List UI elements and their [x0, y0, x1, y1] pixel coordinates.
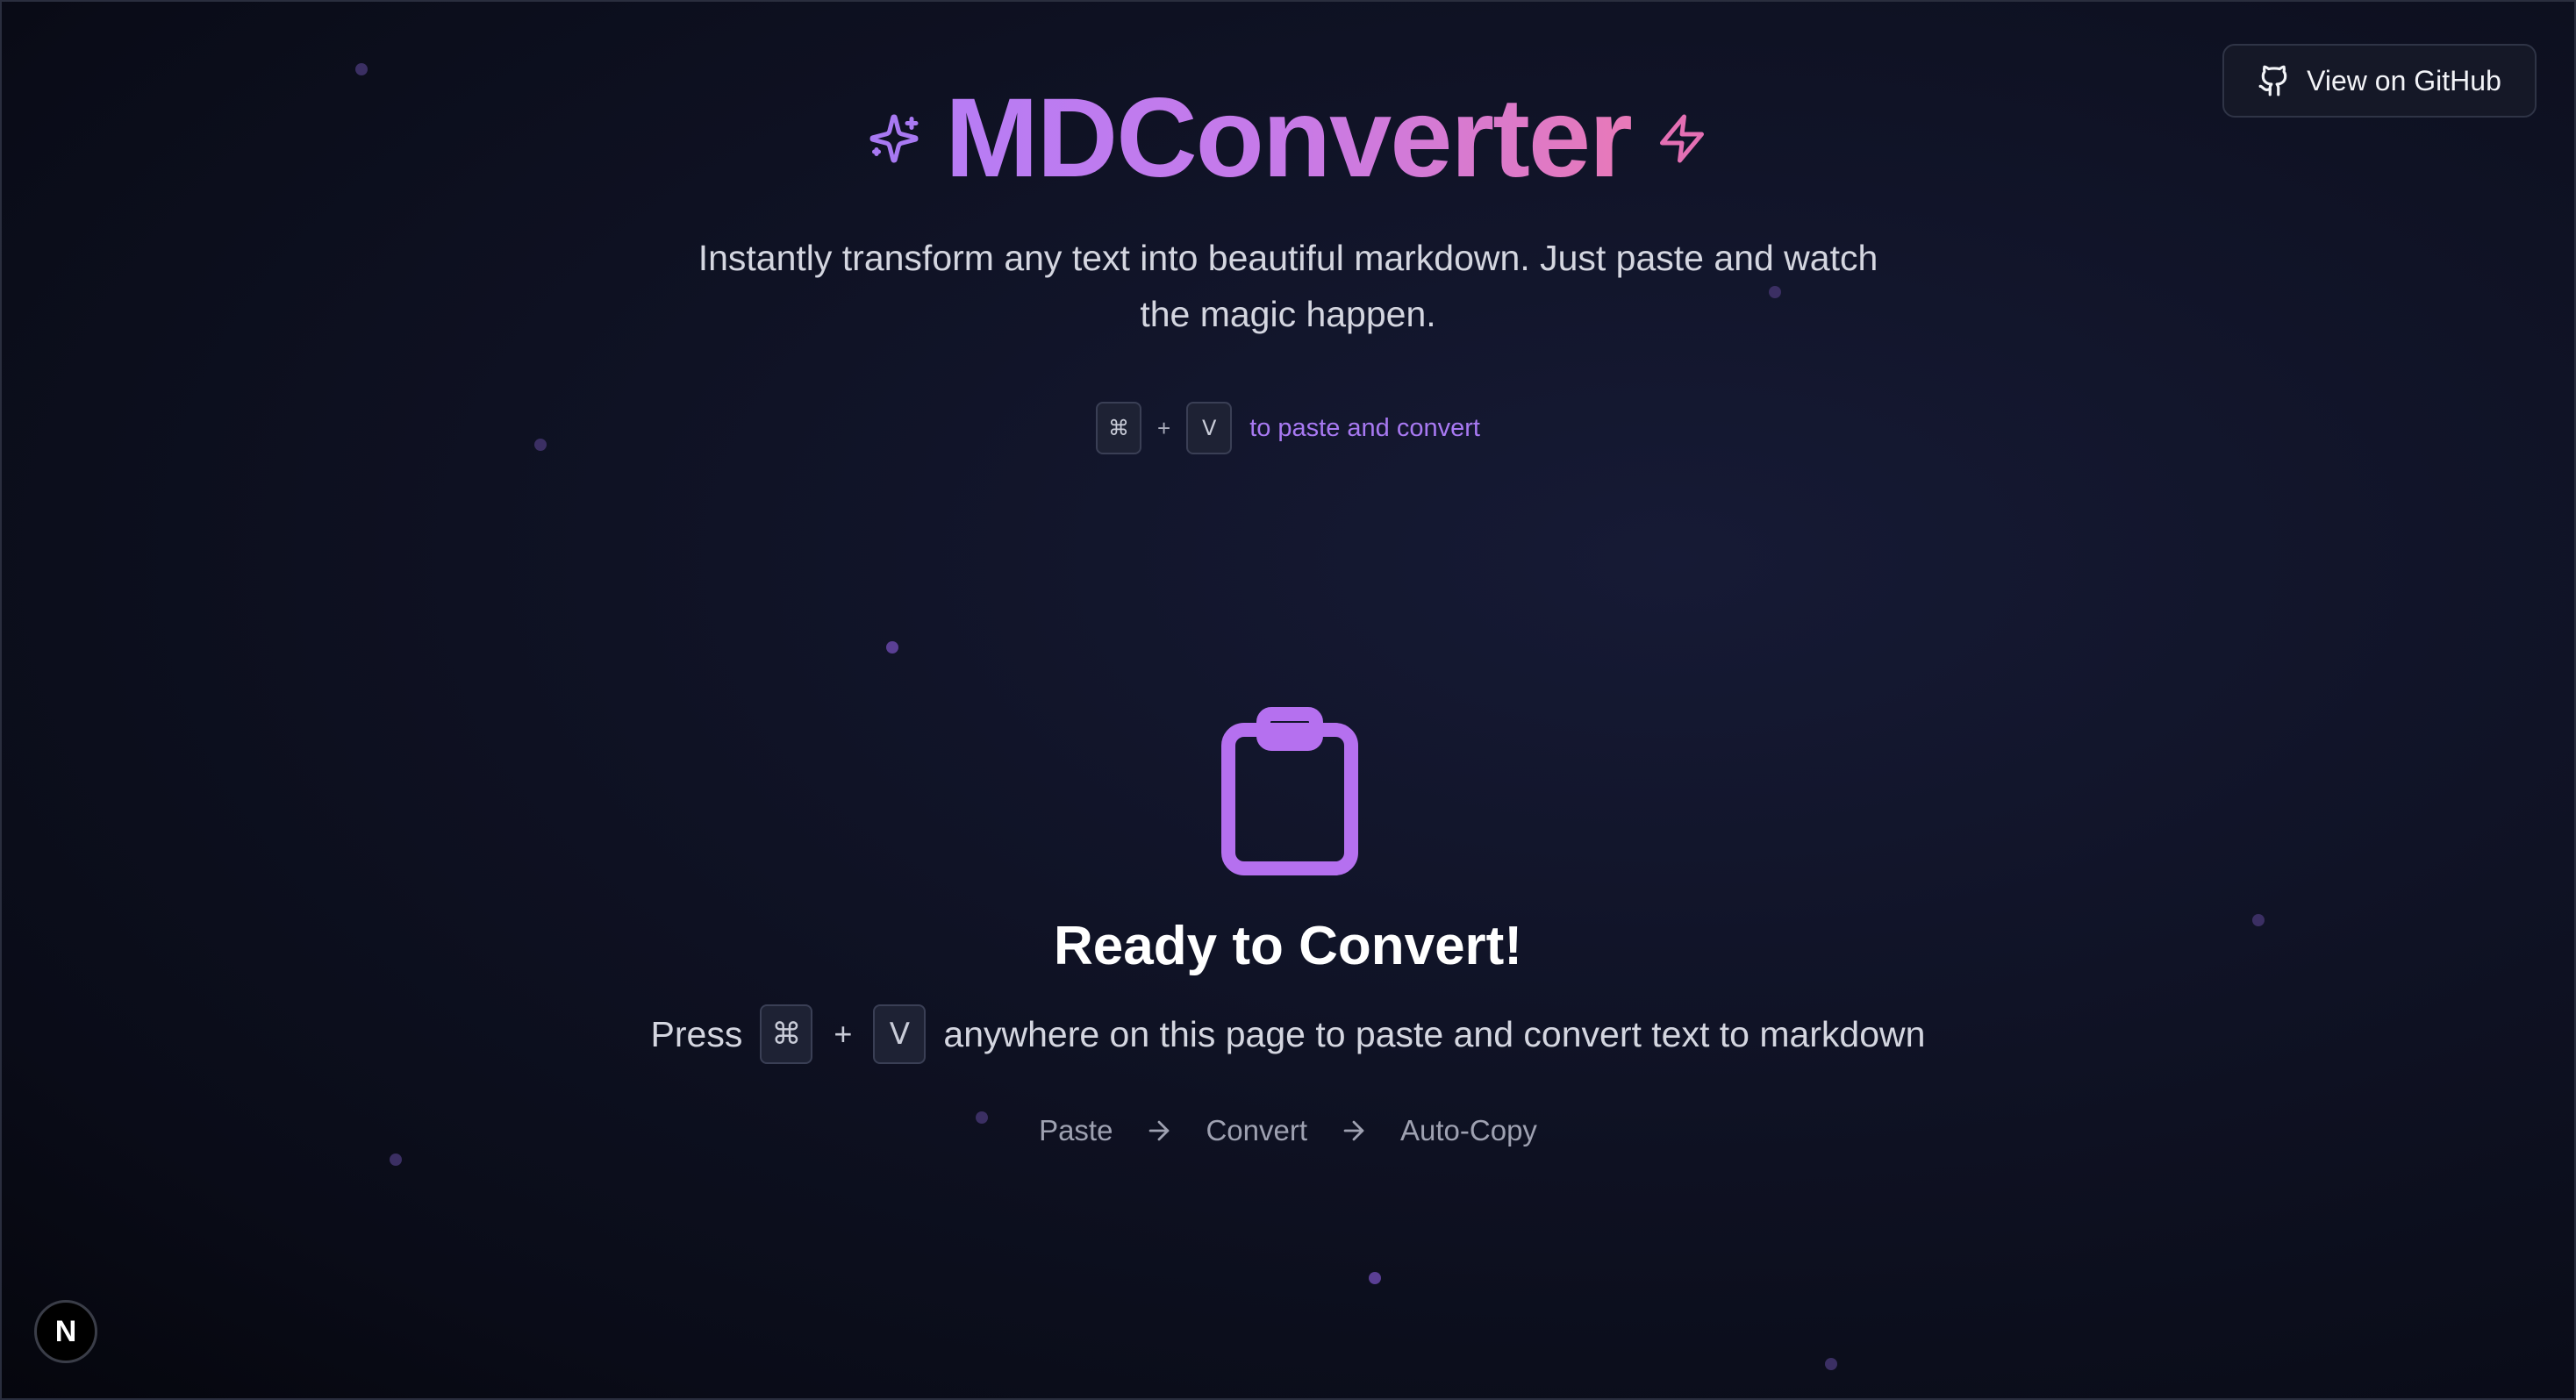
- step-auto-copy: Auto-Copy: [1400, 1114, 1537, 1146]
- app-title: MDConverter: [945, 75, 1633, 201]
- clipboard-icon: [1221, 707, 1358, 875]
- arrow-right-icon: [1149, 1120, 1170, 1141]
- particle-dot: [355, 63, 368, 75]
- sparkles-icon: [869, 114, 919, 163]
- v-key: V: [873, 1004, 927, 1064]
- command-key: ⌘: [760, 1004, 813, 1064]
- press-label: Press: [650, 1013, 743, 1054]
- app-subtitle: Instantly transform any text into beauti…: [698, 238, 1878, 334]
- particle-dot: [390, 1154, 402, 1166]
- arrow-right-icon: [1343, 1120, 1364, 1141]
- dev-tools-badge[interactable]: N: [34, 1300, 97, 1363]
- plus-sign: +: [1157, 414, 1171, 441]
- workflow-steps: Paste Convert Auto-Copy: [0, 1114, 2576, 1147]
- shortcut-hint-text: to paste and convert: [1249, 413, 1480, 442]
- paste-instructions: Press ⌘ + V anywhere on this page to pas…: [0, 1004, 2576, 1064]
- ready-heading: Ready to Convert!: [1054, 916, 1522, 976]
- instructions-text: anywhere on this page to paste and conve…: [943, 1013, 1926, 1054]
- step-convert: Convert: [1206, 1114, 1308, 1146]
- window-frame: [0, 0, 2576, 1400]
- particle-dot: [1825, 1358, 1837, 1370]
- zap-icon: [1659, 114, 1704, 163]
- badge-letter: N: [54, 1314, 77, 1348]
- particle-dot: [886, 641, 898, 654]
- app-header: MDConverter: [0, 77, 2576, 200]
- step-paste: Paste: [1039, 1114, 1113, 1146]
- shortcut-hint: ⌘ + V to paste and convert: [0, 402, 2576, 454]
- particle-dot: [1369, 1272, 1381, 1284]
- v-key: V: [1186, 402, 1233, 454]
- plus-sign: +: [834, 1016, 853, 1052]
- command-key: ⌘: [1096, 402, 1141, 454]
